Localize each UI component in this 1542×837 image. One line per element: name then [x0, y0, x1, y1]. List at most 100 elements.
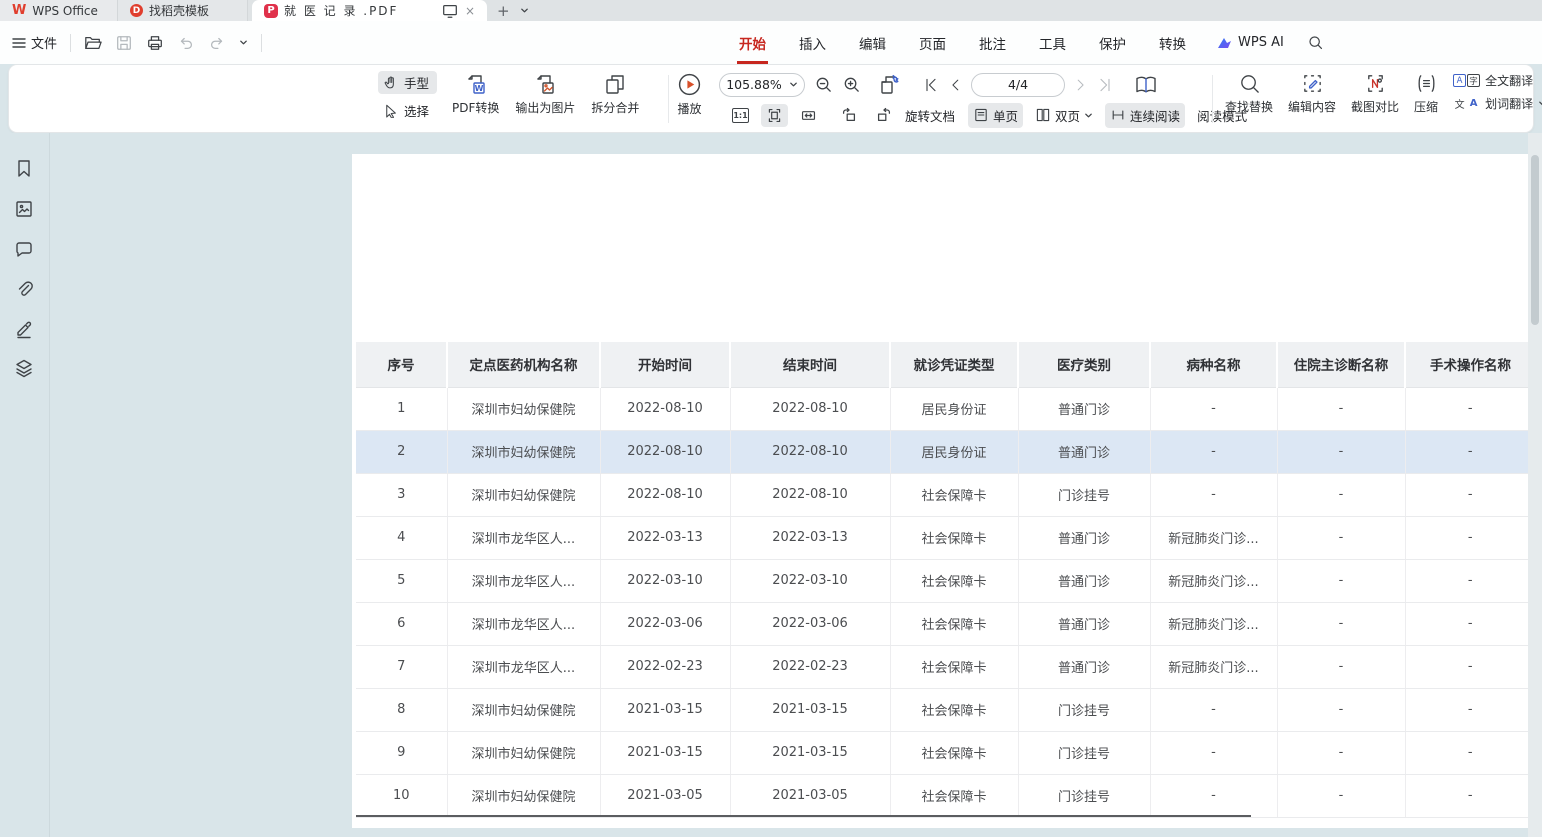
table-cell: 2022-08-10 — [600, 473, 730, 516]
table-row: 7深圳市龙华区人...2022-02-232022-02-23社会保障卡普通门诊… — [356, 645, 1528, 688]
quickbar-chevron-icon[interactable] — [239, 38, 248, 47]
first-page-icon[interactable] — [923, 77, 939, 93]
wps-logo-icon: W — [12, 3, 26, 18]
tab-wps-office[interactable]: W WPS Office — [0, 0, 118, 21]
table-cell: - — [1150, 774, 1277, 817]
table-cell: - — [1405, 688, 1528, 731]
ribbon-tab-convert[interactable]: 转换 — [1157, 22, 1188, 64]
bookmark-icon[interactable] — [13, 158, 35, 180]
redo-icon[interactable] — [208, 34, 226, 52]
single-page-button[interactable]: 单页 — [968, 103, 1023, 128]
scrollbar-thumb[interactable] — [1531, 155, 1539, 325]
ribbon-tab-insert[interactable]: 插入 — [797, 22, 828, 64]
save-icon[interactable] — [115, 34, 133, 52]
tab-list-chevron-icon[interactable] — [520, 6, 529, 15]
print-icon[interactable] — [146, 34, 164, 52]
column-header: 定点医药机构名称 — [447, 342, 600, 387]
table-cell: 2021-03-05 — [730, 774, 890, 817]
edit-content-button[interactable]: 编辑内容 — [1288, 72, 1336, 115]
rotate-left-button[interactable] — [835, 103, 863, 127]
next-page-icon[interactable] — [1074, 78, 1088, 92]
table-cell: - — [1405, 430, 1528, 473]
ribbon-tab-protect[interactable]: 保护 — [1097, 22, 1128, 64]
page-number-input[interactable]: 4/4 — [971, 73, 1065, 97]
fit-width-button[interactable] — [795, 104, 822, 127]
tab-docer-templates[interactable]: D 找稻壳模板 — [118, 0, 248, 21]
screenshot-compare-label: 截图对比 — [1351, 98, 1399, 115]
table-cell: - — [1277, 731, 1405, 774]
full-translate-icon: A字 — [1453, 74, 1480, 87]
export-image-button[interactable]: 输出为图片 — [515, 72, 575, 116]
vertical-scrollbar[interactable] — [1528, 133, 1542, 837]
new-tab-icon[interactable]: + — [497, 2, 510, 20]
double-page-button[interactable]: 双页 — [1030, 103, 1098, 128]
tab-label: 找稻壳模板 — [149, 2, 209, 19]
split-merge-icon — [603, 72, 627, 96]
zoom-in-icon[interactable] — [842, 75, 861, 94]
prev-page-icon[interactable] — [948, 78, 962, 92]
table-cell: - — [1277, 387, 1405, 430]
pdf-file-icon: P — [264, 4, 278, 18]
page-manage-icon[interactable] — [878, 73, 902, 97]
play-icon — [677, 72, 702, 97]
table-cell: 2022-03-10 — [600, 559, 730, 602]
last-page-icon[interactable] — [1097, 77, 1113, 93]
hand-tool-button[interactable]: 手型 — [378, 71, 437, 94]
zoom-out-icon[interactable] — [814, 75, 833, 94]
split-merge-button[interactable]: 拆分合并 — [591, 72, 639, 116]
search-icon[interactable] — [1307, 34, 1324, 51]
table-cell: - — [1405, 645, 1528, 688]
table-cell: 社会保障卡 — [890, 516, 1018, 559]
tab-document-active[interactable]: P 就 医 记 录 .PDF × — [252, 0, 487, 21]
ribbon-tab-tools[interactable]: 工具 — [1037, 22, 1068, 64]
file-menu-button[interactable]: 文件 — [12, 33, 57, 52]
compress-button[interactable]: 压缩 — [1414, 72, 1438, 115]
ribbon-tab-page[interactable]: 页面 — [917, 22, 948, 64]
pdf-page[interactable]: 序号定点医药机构名称开始时间结束时间就诊凭证类型医疗类别病种名称住院主诊断名称手… — [352, 154, 1528, 828]
rotate-right-button[interactable] — [870, 103, 898, 127]
comment-icon[interactable] — [13, 238, 35, 260]
screenshot-compare-button[interactable]: 截图对比 — [1351, 72, 1399, 115]
table-cell: 深圳市妇幼保健院 — [447, 688, 600, 731]
rotate-doc-label[interactable]: 旋转文档 — [905, 106, 955, 125]
table-cell: 深圳市妇幼保健院 — [447, 774, 600, 817]
find-replace-button[interactable]: 查找替换 — [1225, 72, 1273, 115]
open-folder-icon[interactable] — [84, 34, 102, 52]
ribbon-tab-comment[interactable]: 批注 — [977, 22, 1008, 64]
continuous-read-button[interactable]: 连续阅读 — [1105, 103, 1185, 128]
attachment-icon[interactable] — [13, 278, 35, 300]
fit-page-button[interactable] — [761, 104, 788, 127]
close-tab-icon[interactable]: × — [465, 4, 475, 18]
play-button[interactable]: 播放 — [677, 72, 702, 117]
full-translate-button[interactable]: A字 全文翻译 — [1453, 72, 1542, 89]
select-tool-label: 选择 — [404, 101, 429, 120]
pdf-convert-button[interactable]: W PDF转换 — [452, 72, 499, 116]
thumbnails-icon[interactable] — [13, 198, 35, 220]
document-title: 就 医 记 录 .PDF — [284, 2, 435, 19]
signature-pen-icon[interactable] — [13, 318, 35, 340]
double-page-label: 双页 — [1055, 106, 1080, 125]
table-cell: 2021-03-15 — [730, 688, 890, 731]
ribbon-tab-edit[interactable]: 编辑 — [857, 22, 888, 64]
read-mode-icon[interactable] — [1134, 74, 1158, 96]
svg-text:W: W — [474, 84, 483, 93]
divider — [261, 34, 262, 52]
undo-icon[interactable] — [177, 34, 195, 52]
actual-size-button[interactable]: 1:1 — [727, 105, 754, 126]
table-body: 1深圳市妇幼保健院2022-08-102022-08-10居民身份证普通门诊--… — [356, 387, 1528, 817]
word-translate-button[interactable]: 文A 划词翻译 — [1453, 95, 1542, 112]
select-tool-button[interactable]: 选择 — [378, 99, 437, 122]
table-cell: 居民身份证 — [890, 387, 1018, 430]
ribbon-tab-home[interactable]: 开始 — [737, 22, 768, 64]
full-translate-label: 全文翻译 — [1485, 72, 1533, 89]
table-cell: 10 — [356, 774, 447, 817]
zoom-level-dropdown[interactable]: 105.88% — [719, 73, 805, 97]
monitor-icon[interactable] — [441, 2, 459, 20]
layers-icon[interactable] — [13, 357, 35, 379]
export-image-icon — [533, 72, 557, 96]
table-cell: 6 — [356, 602, 447, 645]
play-label: 播放 — [677, 100, 701, 117]
column-header: 手术操作名称 — [1405, 342, 1528, 387]
table-cell: 普通门诊 — [1018, 559, 1150, 602]
wps-ai-button[interactable]: WPS AI — [1217, 35, 1284, 50]
